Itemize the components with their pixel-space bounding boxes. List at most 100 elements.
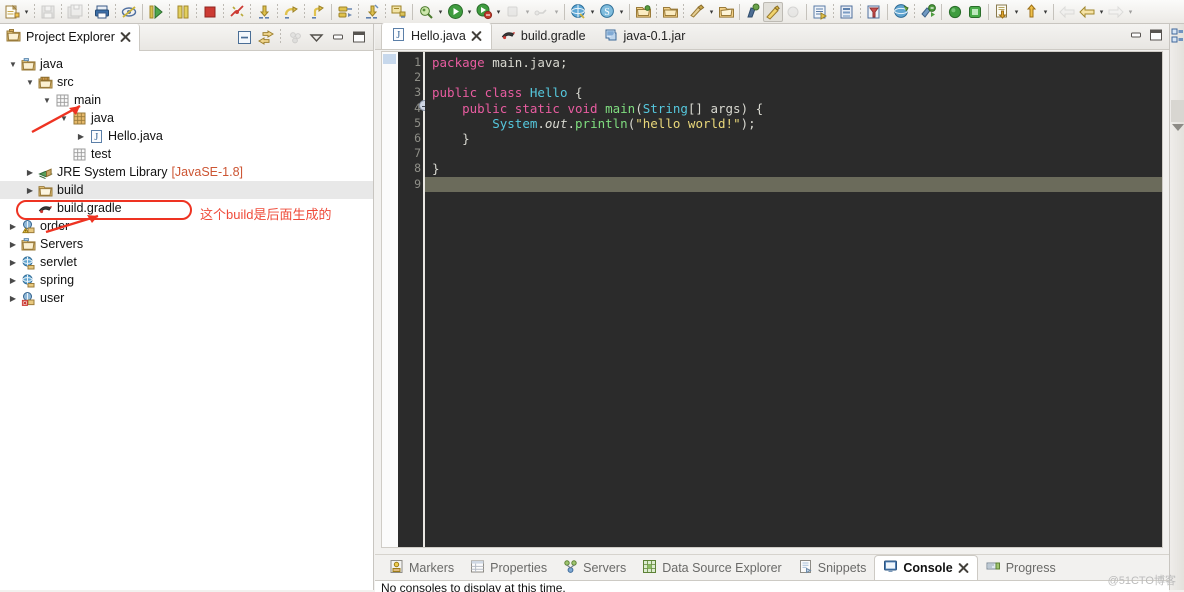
step-return-icon[interactable] xyxy=(308,2,328,22)
editor-tab-hello-java[interactable]: J Hello.java xyxy=(381,23,492,49)
chevron-down-icon[interactable] xyxy=(57,109,71,127)
collapse-all-button[interactable] xyxy=(234,27,255,47)
terminate-icon[interactable] xyxy=(200,2,220,22)
chevron-right-icon[interactable] xyxy=(6,289,20,307)
debug-dropdown-icon[interactable] xyxy=(494,2,503,22)
code-line[interactable] xyxy=(425,176,1162,192)
new-enum-icon[interactable] xyxy=(763,1,783,22)
link-with-editor-button[interactable] xyxy=(255,27,276,47)
previous-annotation-dropdown-icon[interactable] xyxy=(1097,2,1106,22)
editor-minimize-button[interactable] xyxy=(1129,28,1143,45)
new-wizard-dropdown-icon[interactable] xyxy=(22,2,31,22)
start-dot-icon[interactable] xyxy=(945,2,965,22)
tree-item-src[interactable]: src xyxy=(0,73,373,91)
step-over-icon[interactable] xyxy=(281,2,301,22)
code-line[interactable]: public class Hello { xyxy=(425,85,1162,100)
chevron-down-icon[interactable] xyxy=(40,91,54,109)
tree-item-user[interactable]: user xyxy=(0,289,373,307)
new-wizard-icon[interactable] xyxy=(2,2,22,22)
tree-item-servlet[interactable]: servlet xyxy=(0,253,373,271)
external-tools-dropdown-icon[interactable] xyxy=(523,2,532,22)
outline-view-button[interactable] xyxy=(1171,28,1184,57)
tab-project-explorer[interactable]: Project Explorer xyxy=(0,23,140,51)
new-jsp-icon[interactable] xyxy=(810,2,830,22)
open-type-icon[interactable] xyxy=(416,2,436,22)
close-x-icon[interactable] xyxy=(958,563,969,574)
step-into-icon[interactable] xyxy=(254,2,274,22)
next-annotation-icon[interactable] xyxy=(1106,2,1126,22)
tree-item-hello-java[interactable]: J Hello.java xyxy=(0,127,373,145)
open-web-browser-dropdown-icon[interactable] xyxy=(588,2,597,22)
commit-icon[interactable] xyxy=(1021,2,1041,22)
save-all-icon[interactable] xyxy=(65,2,85,22)
code-editor[interactable]: 123456789 package main.java; public clas… xyxy=(381,51,1163,548)
code-line[interactable]: public static void main(String[] args) { xyxy=(425,101,1162,116)
start-server-icon[interactable] xyxy=(918,2,938,22)
close-x-icon[interactable] xyxy=(471,31,482,42)
new-source-folder-icon[interactable] xyxy=(716,2,736,22)
code-line[interactable] xyxy=(425,70,1162,85)
project-tree[interactable]: java srcmain java J Hello.java test JRE System… xyxy=(0,51,373,307)
maximize-button[interactable] xyxy=(348,27,369,47)
bottom-tab-console[interactable]: Console xyxy=(874,555,978,580)
editor-maximize-button[interactable] xyxy=(1149,28,1163,45)
code-line[interactable]: System.out.println("hello world!"); xyxy=(425,116,1162,131)
stop-dot-icon[interactable] xyxy=(965,2,985,22)
run-ant-dropdown-icon[interactable] xyxy=(552,2,561,22)
run-ant-icon[interactable] xyxy=(532,2,552,22)
code-line[interactable] xyxy=(425,146,1162,161)
open-type-dropdown-icon[interactable] xyxy=(436,2,445,22)
resume-icon[interactable] xyxy=(146,2,166,22)
disconnect-icon[interactable] xyxy=(227,2,247,22)
new-class-icon[interactable] xyxy=(687,2,707,22)
tree-item-servers[interactable]: Servers xyxy=(0,235,373,253)
tree-item-jre-system-library[interactable]: JRE System Library[JavaSE-1.8] xyxy=(0,163,373,181)
external-tools-icon[interactable] xyxy=(503,2,523,22)
open-web-browser-icon[interactable] xyxy=(568,2,588,22)
bottom-tab-data-source-explorer[interactable]: Data Source Explorer xyxy=(634,555,790,580)
save-icon[interactable] xyxy=(38,2,58,22)
editor-tab-java-0-1-jar[interactable]: java-0.1.jar xyxy=(595,23,695,49)
overview-ruler[interactable] xyxy=(382,52,398,547)
code-line[interactable]: } xyxy=(425,161,1162,176)
debug-icon[interactable] xyxy=(474,2,494,22)
run-icon[interactable] xyxy=(445,2,465,22)
search-dropdown-icon[interactable] xyxy=(617,2,626,22)
next-annotation-dropdown-icon[interactable] xyxy=(1126,2,1135,22)
tree-item-build[interactable]: build xyxy=(0,181,373,199)
chevron-right-icon[interactable] xyxy=(6,217,20,235)
new-package-icon[interactable] xyxy=(660,2,680,22)
chevron-right-icon[interactable] xyxy=(23,163,37,181)
tree-item-test[interactable]: test xyxy=(0,145,373,163)
minimize-button[interactable] xyxy=(327,27,348,47)
use-step-filters-icon[interactable] xyxy=(362,2,382,22)
drop-to-frame-icon[interactable] xyxy=(335,2,355,22)
close-x-icon[interactable] xyxy=(120,32,131,43)
tree-item-java[interactable]: java xyxy=(0,109,373,127)
fast-view-chevron-icon[interactable] xyxy=(1172,124,1184,131)
new-filter-icon[interactable] xyxy=(864,2,884,22)
new-class-dropdown-icon[interactable] xyxy=(707,2,716,22)
suspend-icon[interactable] xyxy=(173,2,193,22)
tree-item-spring[interactable]: spring xyxy=(0,271,373,289)
checkout-dropdown-icon[interactable] xyxy=(1012,2,1021,22)
bottom-tab-properties[interactable]: Properties xyxy=(462,555,555,580)
new-annotation-icon[interactable] xyxy=(743,2,763,22)
chevron-right-icon[interactable] xyxy=(6,271,20,289)
toggle-mark-occurrences-icon[interactable] xyxy=(119,2,139,22)
view-menu-button[interactable] xyxy=(306,27,327,47)
code-content[interactable]: package main.java; public class Hello { … xyxy=(425,52,1162,547)
bottom-tab-snippets[interactable]: Snippets xyxy=(790,555,875,580)
chevron-down-icon[interactable] xyxy=(6,55,20,73)
commit-dropdown-icon[interactable] xyxy=(1041,2,1050,22)
previous-annotation-icon[interactable] xyxy=(1077,2,1097,22)
editor-tab-build-gradle[interactable]: build.gradle xyxy=(492,23,595,49)
skip-breakpoints-icon[interactable] xyxy=(389,2,409,22)
bottom-tab-servers[interactable]: Servers xyxy=(555,555,634,580)
chevron-right-icon[interactable] xyxy=(23,181,37,199)
new-java-project-icon[interactable] xyxy=(633,2,653,22)
focus-on-active-task-button[interactable] xyxy=(285,27,306,47)
tree-item-java[interactable]: java xyxy=(0,55,373,73)
bottom-tab-markers[interactable]: Markers xyxy=(381,555,462,580)
search-icon[interactable]: S xyxy=(597,2,617,22)
